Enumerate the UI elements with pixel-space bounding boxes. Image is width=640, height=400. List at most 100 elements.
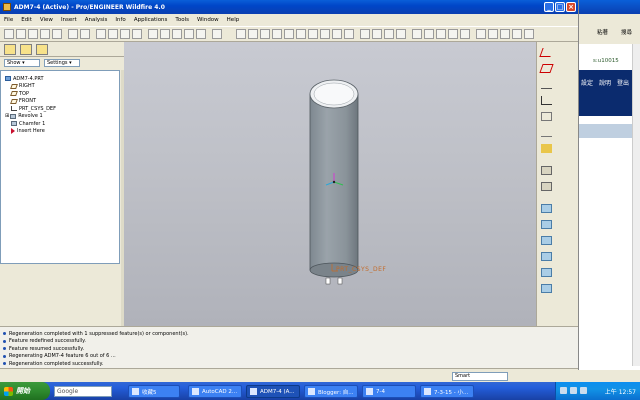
repaint-icon[interactable] [236,29,246,39]
revolve-tool-icon[interactable] [541,182,552,191]
rib-tool-icon[interactable] [541,236,552,245]
tree-item-chamfer[interactable]: Chamfer 1 [1,120,119,128]
context-help-icon[interactable] [476,29,486,39]
saved-views-icon[interactable] [320,29,330,39]
wireframe-icon[interactable] [360,29,370,39]
tree-item-right[interactable]: RIGHT [1,83,119,91]
sketch-curve-tool-icon[interactable] [541,128,552,137]
regen-manager-icon[interactable] [160,29,170,39]
csys-toggle-icon[interactable] [448,29,458,39]
no-hidden-icon[interactable] [384,29,394,39]
menu-insert[interactable]: Insert [61,17,77,23]
folder-browser-tab-icon[interactable] [20,44,32,55]
zoom-in-icon[interactable] [272,29,282,39]
tree-item-part[interactable]: ADM7-4.PRT [1,75,119,83]
copy-icon[interactable] [108,29,118,39]
task-button[interactable]: Blogger: 自... [304,385,358,398]
tree-item-front[interactable]: FRONT [1,98,119,106]
graphics-window[interactable]: PRT_CSYS_DEF [124,42,536,326]
menu-file[interactable]: File [4,17,13,23]
draft-tool-icon[interactable] [541,252,552,261]
show-dropdown[interactable]: Show ▾ [4,59,40,67]
task-button[interactable]: AutoCAD 2... [188,385,242,398]
menu-edit[interactable]: Edit [21,17,32,23]
spin-center-icon[interactable] [248,29,258,39]
settings-dropdown[interactable]: Settings ▾ [44,59,80,67]
layers-icon[interactable] [332,29,342,39]
title-bar[interactable]: ADM7-4 (Active) - Pro/ENGINEER Wildfire … [0,0,578,14]
analysis-feature-icon[interactable] [541,144,552,153]
select-area-icon[interactable] [212,29,222,39]
chamfer-tool-icon[interactable] [541,284,552,293]
background-nav-link[interactable]: 說明 [599,78,611,87]
menu-tools[interactable]: Tools [175,17,189,23]
network-icon[interactable] [570,387,577,394]
view-manager-icon[interactable] [344,29,354,39]
expand-icon[interactable]: ⊞ [5,113,9,119]
analysis-icon[interactable] [524,29,534,39]
datum-points-icon[interactable] [436,29,446,39]
minimize-button[interactable]: _ [544,2,554,12]
redo-icon[interactable] [80,29,90,39]
new-file-icon[interactable] [4,29,14,39]
annotation-icon[interactable] [460,29,470,39]
open-file-icon[interactable] [16,29,26,39]
menu-applications[interactable]: Applications [134,17,168,23]
selection-filter[interactable]: Smart [452,372,508,381]
background-scrollbar[interactable] [632,44,640,366]
sketch-settings-icon[interactable] [500,29,510,39]
task-button[interactable]: 7-3-15 - 小... [420,385,474,398]
datum-csys-tool-icon[interactable] [541,112,552,121]
tree-item-csys[interactable]: PRT_CSYS_DEF [1,105,119,113]
favorites-tab-icon[interactable] [36,44,48,55]
binoculars-icon[interactable] [196,29,206,39]
undo-icon[interactable] [68,29,78,39]
hole-tool-icon[interactable] [541,204,552,213]
background-nav-link[interactable]: 設定 [581,78,593,87]
shading-icon[interactable] [396,29,406,39]
background-window[interactable]: 粘著 搜尋 s:u10015 設定 說明 登出 [578,0,640,370]
save-icon[interactable] [28,29,38,39]
paste-icon[interactable] [120,29,130,39]
orient-mode-icon[interactable] [260,29,270,39]
task-button[interactable]: 7-4 [362,385,416,398]
background-text[interactable]: 搜尋 [621,28,632,36]
datum-plane-tool-icon[interactable] [539,48,554,57]
menu-view[interactable]: View [40,17,53,23]
menu-analysis[interactable]: Analysis [85,17,108,23]
datum-axis-tool-icon[interactable] [539,64,554,73]
find-icon[interactable] [172,29,182,39]
datum-curve-tool-icon[interactable] [541,80,552,89]
extrude-tool-icon[interactable] [541,166,552,175]
maximize-button[interactable]: □ [555,2,565,12]
round-tool-icon[interactable] [541,268,552,277]
paste-special-icon[interactable] [132,29,142,39]
background-text[interactable]: 粘著 [597,28,608,36]
ime-icon[interactable] [580,387,587,394]
menu-info[interactable]: Info [115,17,125,23]
datum-point-tool-icon[interactable] [541,96,552,105]
email-icon[interactable] [52,29,62,39]
reorient-icon[interactable] [308,29,318,39]
shell-tool-icon[interactable] [541,220,552,229]
close-button[interactable]: × [566,2,576,12]
task-button[interactable]: 收藏5 [128,385,180,398]
start-button[interactable]: 開始 [0,382,50,400]
volume-icon[interactable] [560,387,567,394]
datum-axes-icon[interactable] [424,29,434,39]
cut-icon[interactable] [96,29,106,39]
refit-icon[interactable] [296,29,306,39]
regenerate-icon[interactable] [148,29,158,39]
taskbar-search-input[interactable]: Google [54,386,112,397]
tree-item-insert-here[interactable]: Insert Here [1,128,119,136]
menu-help[interactable]: Help [227,17,240,23]
clock[interactable]: 上午 12:57 [605,387,636,396]
zoom-out-icon[interactable] [284,29,294,39]
hidden-line-icon[interactable] [372,29,382,39]
model-tree-tab-icon[interactable] [4,44,16,55]
sketch-tool-icon[interactable] [488,29,498,39]
print-icon[interactable] [40,29,50,39]
datum-planes-icon[interactable] [412,29,422,39]
measure-icon[interactable] [512,29,522,39]
background-nav-link[interactable]: 登出 [617,78,629,87]
